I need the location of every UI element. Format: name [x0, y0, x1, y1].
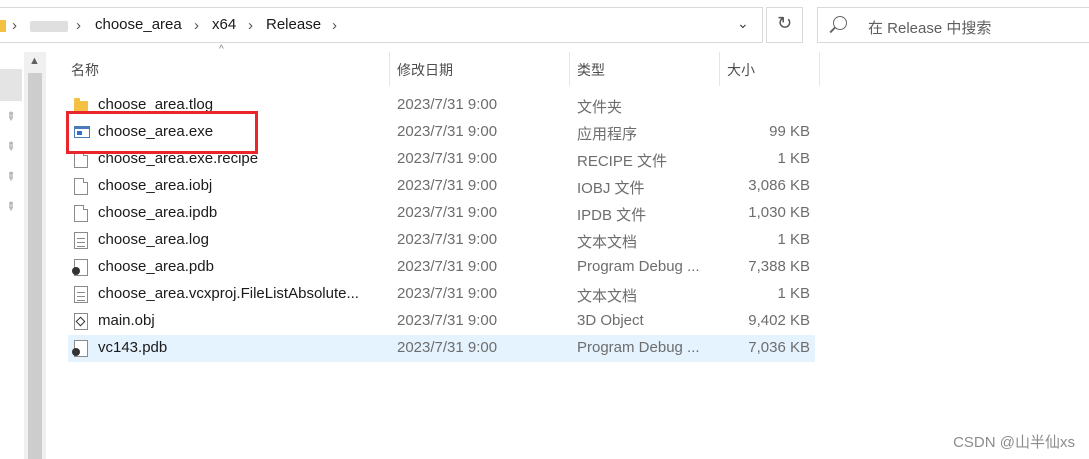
file-type: 3D Object: [577, 312, 644, 329]
file-row[interactable]: choose_area.pdb 2023/7/31 9:00 Program Deb…: [68, 254, 815, 281]
pin-icon[interactable]: ✎: [3, 199, 19, 214]
file-modified: 2023/7/31 9:00: [397, 123, 498, 140]
pdb-icon: [72, 259, 88, 276]
file-row[interactable]: choose_area.ipdb 2023/7/31 9:00 IPDB 文件 1,0…: [68, 200, 815, 227]
pdb-icon: [72, 340, 88, 357]
column-header-modified[interactable]: 修改日期: [390, 52, 568, 86]
refresh-button[interactable]: ↻: [766, 7, 803, 43]
file-size: 1 KB: [777, 285, 810, 302]
text-file-icon: [74, 232, 88, 249]
refresh-icon: ↻: [777, 13, 793, 33]
nav-scrollbar[interactable]: ▲: [24, 52, 46, 459]
file-row[interactable]: choose_area.log 2023/7/31 9:00 文本文档 1 KB: [68, 227, 815, 254]
search-box[interactable]: 在 Release 中搜索: [817, 7, 1089, 43]
file-name: choose_area.log: [98, 231, 209, 248]
file-name: choose_area.iobj: [98, 177, 213, 194]
file-modified: 2023/7/31 9:00: [397, 96, 498, 113]
file-row[interactable]: main.obj 2023/7/31 9:00 3D Object 9,402 KB: [68, 308, 815, 335]
file-size: 7,036 KB: [748, 339, 810, 356]
watermark: CSDN @山半仙xs: [953, 434, 1075, 451]
breadcrumb-separator-icon[interactable]: ›: [194, 17, 199, 34]
column-header-size[interactable]: 大小: [720, 52, 818, 86]
scroll-up-icon[interactable]: ▲: [29, 55, 40, 67]
file-row[interactable]: choose_area.iobj 2023/7/31 9:00 IOBJ 文件 3,0…: [68, 173, 815, 200]
folder-icon: [0, 20, 6, 32]
file-type: Program Debug ...: [577, 339, 700, 356]
column-header-modified-label: 修改日期: [397, 62, 453, 78]
text-file-icon: [74, 286, 88, 303]
file-size: 99 KB: [769, 123, 810, 140]
column-divider[interactable]: [819, 52, 820, 86]
3d-object-icon: [74, 313, 88, 330]
file-modified: 2023/7/31 9:00: [397, 312, 498, 329]
file-size: 9,402 KB: [748, 312, 810, 329]
breadcrumb-choose-area[interactable]: choose_area: [95, 16, 182, 33]
column-header-type[interactable]: 类型: [570, 52, 718, 86]
file-modified: 2023/7/31 9:00: [397, 285, 498, 302]
file-size: 3,086 KB: [748, 177, 810, 194]
breadcrumb-release[interactable]: Release: [266, 16, 321, 33]
file-modified: 2023/7/31 9:00: [397, 339, 498, 356]
file-name: choose_area.vcxproj.FileListAbsolute...: [98, 285, 359, 302]
file-modified: 2023/7/31 9:00: [397, 231, 498, 248]
file-name: main.obj: [98, 312, 155, 329]
file-name: choose_area.ipdb: [98, 204, 218, 221]
file-type: 文本文档: [577, 234, 638, 251]
breadcrumb-x64[interactable]: x64: [212, 16, 236, 33]
file-type: IPDB 文件: [577, 207, 647, 224]
file-type: RECIPE 文件: [577, 153, 668, 170]
file-modified: 2023/7/31 9:00: [397, 150, 498, 167]
breadcrumb-separator-icon[interactable]: ›: [12, 17, 17, 34]
pin-icon[interactable]: ✎: [3, 169, 19, 184]
pin-icon[interactable]: ✎: [3, 109, 19, 124]
file-type: 文本文档: [577, 288, 638, 305]
column-header-name-label: 名称: [71, 62, 99, 78]
file-size: 1,030 KB: [748, 204, 810, 221]
file-row[interactable]: choose_area.vcxproj.FileListAbsolute... 2…: [68, 281, 815, 308]
file-size: 7,388 KB: [748, 258, 810, 275]
file-name: vc143.pdb: [98, 339, 168, 356]
file-icon: [74, 205, 88, 222]
search-icon: [833, 16, 847, 30]
breadcrumb-separator-icon[interactable]: ›: [76, 17, 81, 34]
file-row[interactable]: vc143.pdb 2023/7/31 9:00 Program Debug ...…: [68, 335, 815, 362]
breadcrumb-separator-icon[interactable]: ›: [248, 17, 253, 34]
file-name: choose_area.pdb: [98, 258, 214, 275]
scrollbar-thumb[interactable]: [28, 73, 42, 459]
nav-selected-item[interactable]: [0, 69, 22, 101]
address-bar[interactable]: › › choose_area › x64 › Release › ⌄: [0, 7, 763, 43]
column-header-type-label: 类型: [577, 62, 605, 78]
file-modified: 2023/7/31 9:00: [397, 204, 498, 221]
file-type: IOBJ 文件: [577, 180, 645, 197]
history-dropdown-icon[interactable]: ⌄: [737, 15, 749, 32]
breadcrumb-separator-icon[interactable]: ›: [332, 17, 337, 34]
file-type: 文件夹: [577, 99, 623, 116]
file-icon: [74, 178, 88, 195]
file-type: 应用程序: [577, 126, 638, 143]
file-size: 1 KB: [777, 150, 810, 167]
column-header-size-label: 大小: [727, 62, 755, 78]
column-header-name[interactable]: 名称: [68, 52, 388, 86]
annotation-highlight: [66, 111, 258, 154]
blurred-breadcrumb: [30, 21, 68, 32]
toolbar: › › choose_area › x64 › Release › ⌄ ↻ 在 …: [0, 0, 1089, 52]
pin-icon[interactable]: ✎: [3, 139, 19, 154]
file-type: Program Debug ...: [577, 258, 700, 275]
file-modified: 2023/7/31 9:00: [397, 177, 498, 194]
search-placeholder[interactable]: 在 Release 中搜索: [868, 17, 991, 38]
file-modified: 2023/7/31 9:00: [397, 258, 498, 275]
file-size: 1 KB: [777, 231, 810, 248]
